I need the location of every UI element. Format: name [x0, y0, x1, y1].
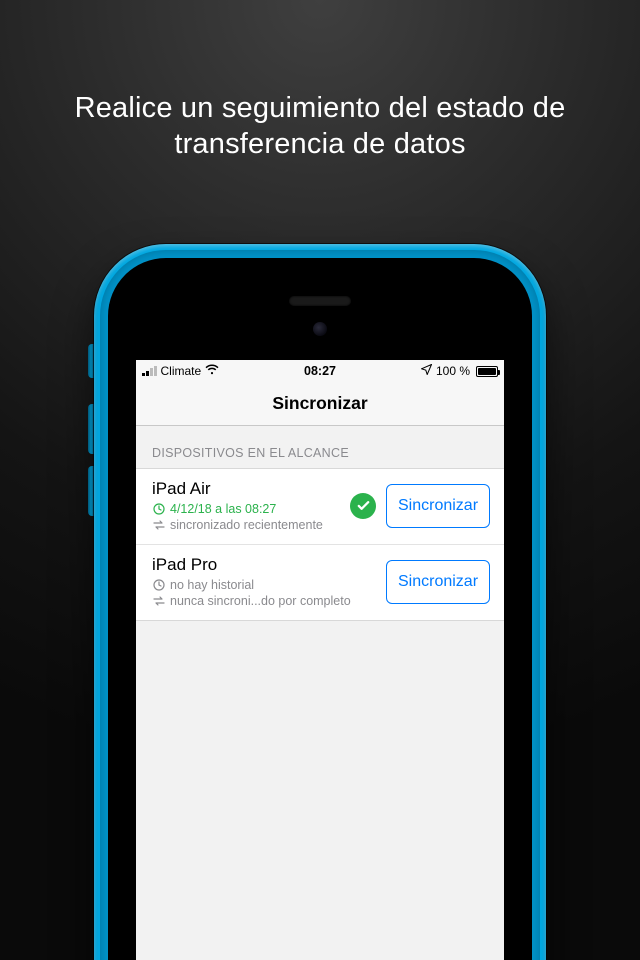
location-icon: [421, 364, 432, 378]
phone-face: Climate 08:27 100 % Sincronizar DISPO: [108, 258, 532, 960]
sync-arrows-icon: [152, 595, 165, 607]
checkmark-icon: [350, 493, 376, 519]
phone-frame: Climate 08:27 100 % Sincronizar DISPO: [94, 244, 546, 960]
device-time: 4/12/18 a las 08:27: [170, 502, 276, 516]
sync-button[interactable]: Sincronizar: [386, 560, 490, 604]
battery-percent: 100 %: [436, 364, 470, 378]
clock-icon: [152, 579, 165, 591]
phone-screen: Climate 08:27 100 % Sincronizar DISPO: [136, 360, 504, 960]
carrier-label: Climate: [161, 364, 202, 378]
device-row[interactable]: iPad Air 4/12/18 a las 08:27 sincroniza: [136, 469, 504, 545]
front-camera: [313, 322, 327, 336]
cell-signal-icon: [142, 366, 157, 376]
device-name: iPad Air: [152, 479, 340, 499]
earpiece: [289, 296, 351, 306]
navbar: Sincronizar: [136, 382, 504, 426]
promo-headline: Realice un seguimiento del estado de tra…: [0, 90, 640, 163]
wifi-icon: [205, 364, 219, 378]
device-time: no hay historial: [170, 578, 254, 592]
battery-icon: [476, 366, 498, 377]
section-header: DISPOSITIVOS EN EL ALCANCE: [136, 426, 504, 468]
device-row[interactable]: iPad Pro no hay historial nunca sincron: [136, 545, 504, 620]
sync-button[interactable]: Sincronizar: [386, 484, 490, 528]
status-bar: Climate 08:27 100 %: [136, 360, 504, 382]
device-sync-status: sincronizado recientemente: [170, 518, 323, 532]
device-list: iPad Air 4/12/18 a las 08:27 sincroniza: [136, 468, 504, 621]
page-title: Sincronizar: [272, 393, 367, 414]
sync-arrows-icon: [152, 519, 165, 531]
clock-icon: [152, 503, 165, 515]
device-sync-status: nunca sincroni...do por completo: [170, 594, 351, 608]
device-name: iPad Pro: [152, 555, 376, 575]
